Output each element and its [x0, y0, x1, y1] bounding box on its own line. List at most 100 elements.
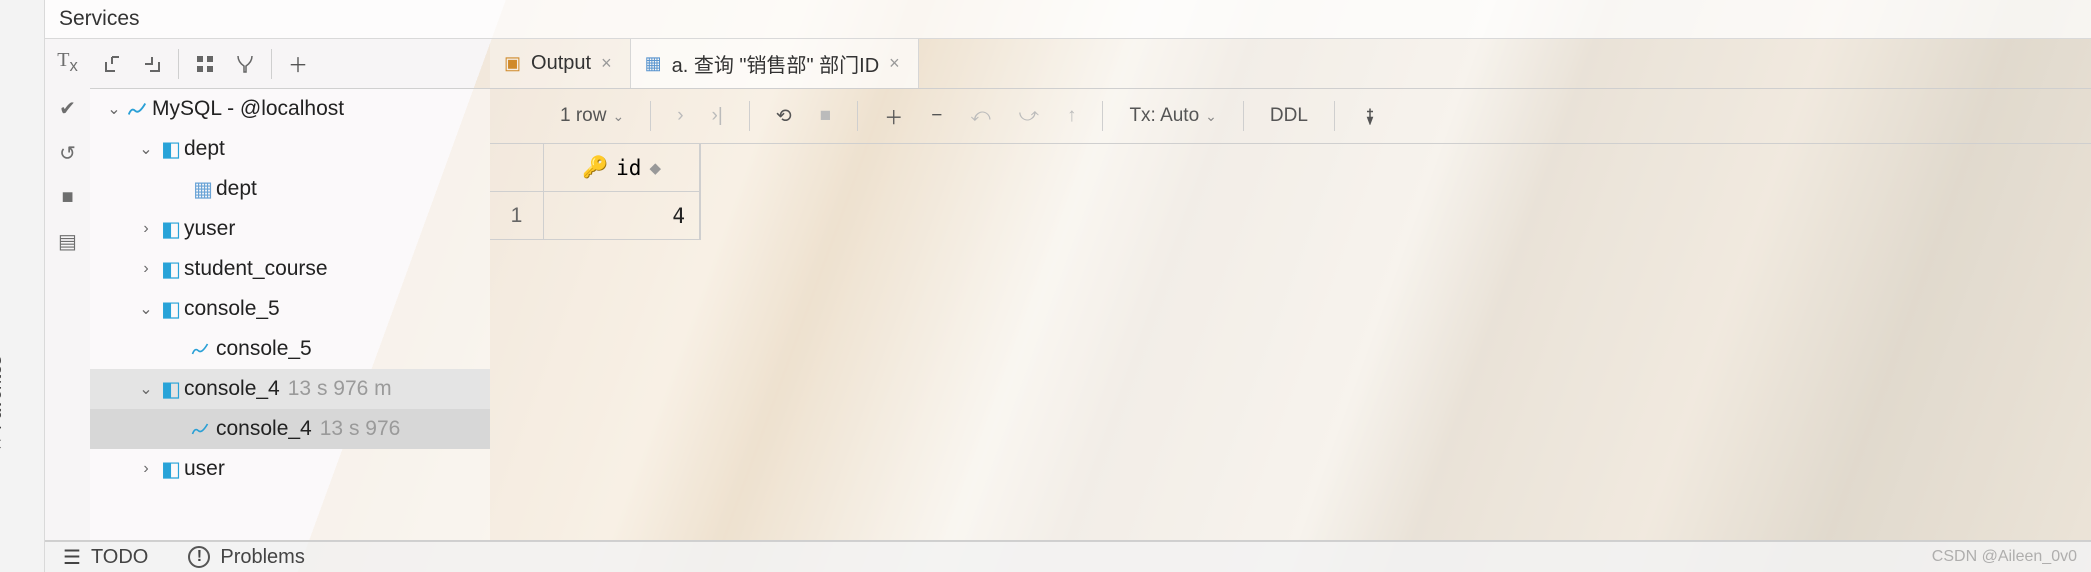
chevron-right-icon[interactable]: ›: [134, 260, 158, 278]
add-row-button[interactable]: ＋: [874, 99, 913, 134]
tx-icon[interactable]: Tx: [57, 49, 78, 76]
tree-item-label: yuser: [184, 217, 235, 241]
tree-item-yuser[interactable]: › ◧ yuser: [90, 209, 490, 249]
toolbar-separator: [271, 49, 272, 79]
chevron-right-icon[interactable]: ›: [134, 220, 158, 238]
up-button[interactable]: ↑: [1057, 101, 1087, 131]
tab-query[interactable]: ▦ a. 查询 "销售部" 部门ID ×: [631, 39, 919, 88]
row-count-button[interactable]: 1 row ⌄: [550, 101, 634, 131]
services-panel: Services Tx ✔ ↺ ■ ▤ ＋: [45, 0, 2091, 541]
expand-all-button[interactable]: [92, 44, 132, 84]
ddl-label: DDL: [1270, 105, 1308, 127]
tree-item-timing: 13 s 976: [320, 417, 401, 441]
services-tree[interactable]: ⌄ MySQL - @localhost ⌄ ◧ dept ▦ dept ›: [90, 89, 490, 540]
tree-item-console5-child[interactable]: console_5: [90, 329, 490, 369]
bottom-toolbar: ☰ TODO ! Problems: [45, 541, 2091, 572]
chevron-down-icon: ⌄: [1205, 108, 1217, 125]
todo-label: TODO: [91, 546, 148, 569]
stop-button[interactable]: ■: [810, 101, 841, 131]
warning-icon: !: [188, 546, 210, 568]
schema-icon: ◧: [158, 457, 184, 482]
grid-corner: [490, 144, 544, 192]
chevron-right-icon[interactable]: ›: [134, 460, 158, 478]
query-icon: [190, 419, 216, 439]
data-grid[interactable]: 🔑 id ◆ 1 4: [490, 144, 701, 240]
tree-item-label: student_course: [184, 257, 328, 281]
ddl-button[interactable]: DDL: [1260, 101, 1318, 131]
schema-icon: ◧: [158, 257, 184, 282]
tree-item-label: console_4: [216, 417, 312, 441]
next-page-button[interactable]: ›: [667, 101, 693, 131]
tree-item-dept[interactable]: ⌄ ◧ dept: [90, 129, 490, 169]
tree-item-console4-child[interactable]: console_4 13 s 976: [90, 409, 490, 449]
stop-icon[interactable]: ■: [61, 186, 73, 209]
tree-item-label: console_5: [184, 297, 280, 321]
toolbar-separator: [749, 101, 750, 131]
chevron-down-icon[interactable]: ⌄: [102, 99, 126, 119]
services-action-column: Tx ✔ ↺ ■ ▤: [45, 39, 90, 540]
commit-check-icon[interactable]: ✔: [59, 96, 76, 121]
problems-label: Problems: [220, 546, 304, 569]
add-button[interactable]: ＋: [278, 44, 318, 84]
watermark: CSDN @Aileen_0v0: [1932, 548, 2077, 566]
close-icon[interactable]: ×: [889, 53, 900, 74]
revert-button[interactable]: ⤺: [960, 101, 1000, 131]
tree-item-label: user: [184, 457, 225, 481]
tree-item-console4[interactable]: ⌄ ◧ console_4 13 s 976 m: [90, 369, 490, 409]
problems-tool-window-button[interactable]: ! Problems: [188, 546, 304, 569]
toolbar-separator: [650, 101, 651, 131]
tree-item-student-course[interactable]: › ◧ student_course: [90, 249, 490, 289]
tree-item-dept-table[interactable]: ▦ dept: [90, 169, 490, 209]
chevron-down-icon: ⌄: [612, 108, 624, 125]
query-icon: [190, 339, 216, 359]
group-button[interactable]: [185, 44, 225, 84]
favorites-tool-window-button[interactable]: ★ Favorites: [0, 356, 6, 452]
collapse-all-button[interactable]: [132, 44, 172, 84]
cell-value[interactable]: 4: [544, 192, 700, 240]
filter-button[interactable]: [225, 44, 265, 84]
pin-button[interactable]: [1351, 103, 1389, 129]
rollback-icon[interactable]: ↺: [59, 141, 76, 166]
grid-column-header[interactable]: 🔑 id ◆: [544, 144, 700, 192]
tree-item-label: console_5: [216, 337, 312, 361]
toolbar-separator: [857, 101, 858, 131]
tab-output[interactable]: ▣ Output ×: [490, 39, 631, 88]
datasource-icon: [126, 98, 152, 120]
tab-label: a. 查询 "销售部" 部门ID: [672, 49, 880, 78]
services-panel-body: Tx ✔ ↺ ■ ▤ ＋: [45, 39, 2091, 540]
toolbar-separator: [1243, 101, 1244, 131]
tree-item-console5[interactable]: ⌄ ◧ console_5: [90, 289, 490, 329]
layout-icon[interactable]: ▤: [58, 229, 77, 254]
star-icon: ★: [0, 436, 6, 452]
chevron-down-icon[interactable]: ⌄: [134, 299, 158, 319]
row-count-label: 1 row: [560, 105, 606, 127]
last-page-button[interactable]: ›|: [702, 101, 733, 131]
favorites-label: Favorites: [0, 356, 6, 430]
chevron-down-icon[interactable]: ⌄: [134, 379, 158, 399]
tab-label: Output: [531, 52, 591, 75]
chevron-down-icon[interactable]: ⌄: [134, 139, 158, 159]
tree-item-user[interactable]: › ◧ user: [90, 449, 490, 489]
tree-item-label: dept: [216, 177, 257, 201]
reload-button[interactable]: ⟲: [766, 101, 802, 132]
close-icon[interactable]: ×: [601, 53, 612, 74]
schema-icon: ◧: [158, 137, 184, 162]
tree-item-label: console_4: [184, 377, 280, 401]
grid-row[interactable]: 1 4: [490, 192, 700, 240]
tx-mode-button[interactable]: Tx: Auto ⌄: [1119, 101, 1226, 131]
schema-icon: ◧: [158, 297, 184, 322]
todo-tool-window-button[interactable]: ☰ TODO: [63, 545, 148, 570]
submit-button[interactable]: ⤻: [1009, 101, 1049, 131]
tree-root-mysql[interactable]: ⌄ MySQL - @localhost: [90, 89, 490, 129]
left-tool-strip: ★ Favorites: [0, 0, 45, 572]
sort-icon[interactable]: ◆: [649, 159, 661, 177]
table-icon: ▦: [645, 53, 662, 74]
column-name: id: [616, 156, 641, 180]
services-title: Services: [59, 7, 140, 31]
output-icon: ▣: [504, 53, 521, 74]
tx-mode-label: Tx: Auto: [1129, 105, 1199, 127]
remove-row-button[interactable]: −: [921, 101, 952, 131]
services-panel-header: Services: [45, 0, 2091, 39]
tree-item-label: dept: [184, 137, 225, 161]
result-tabbar: ▣ Output × ▦ a. 查询 "销售部" 部门ID ×: [490, 39, 2091, 89]
